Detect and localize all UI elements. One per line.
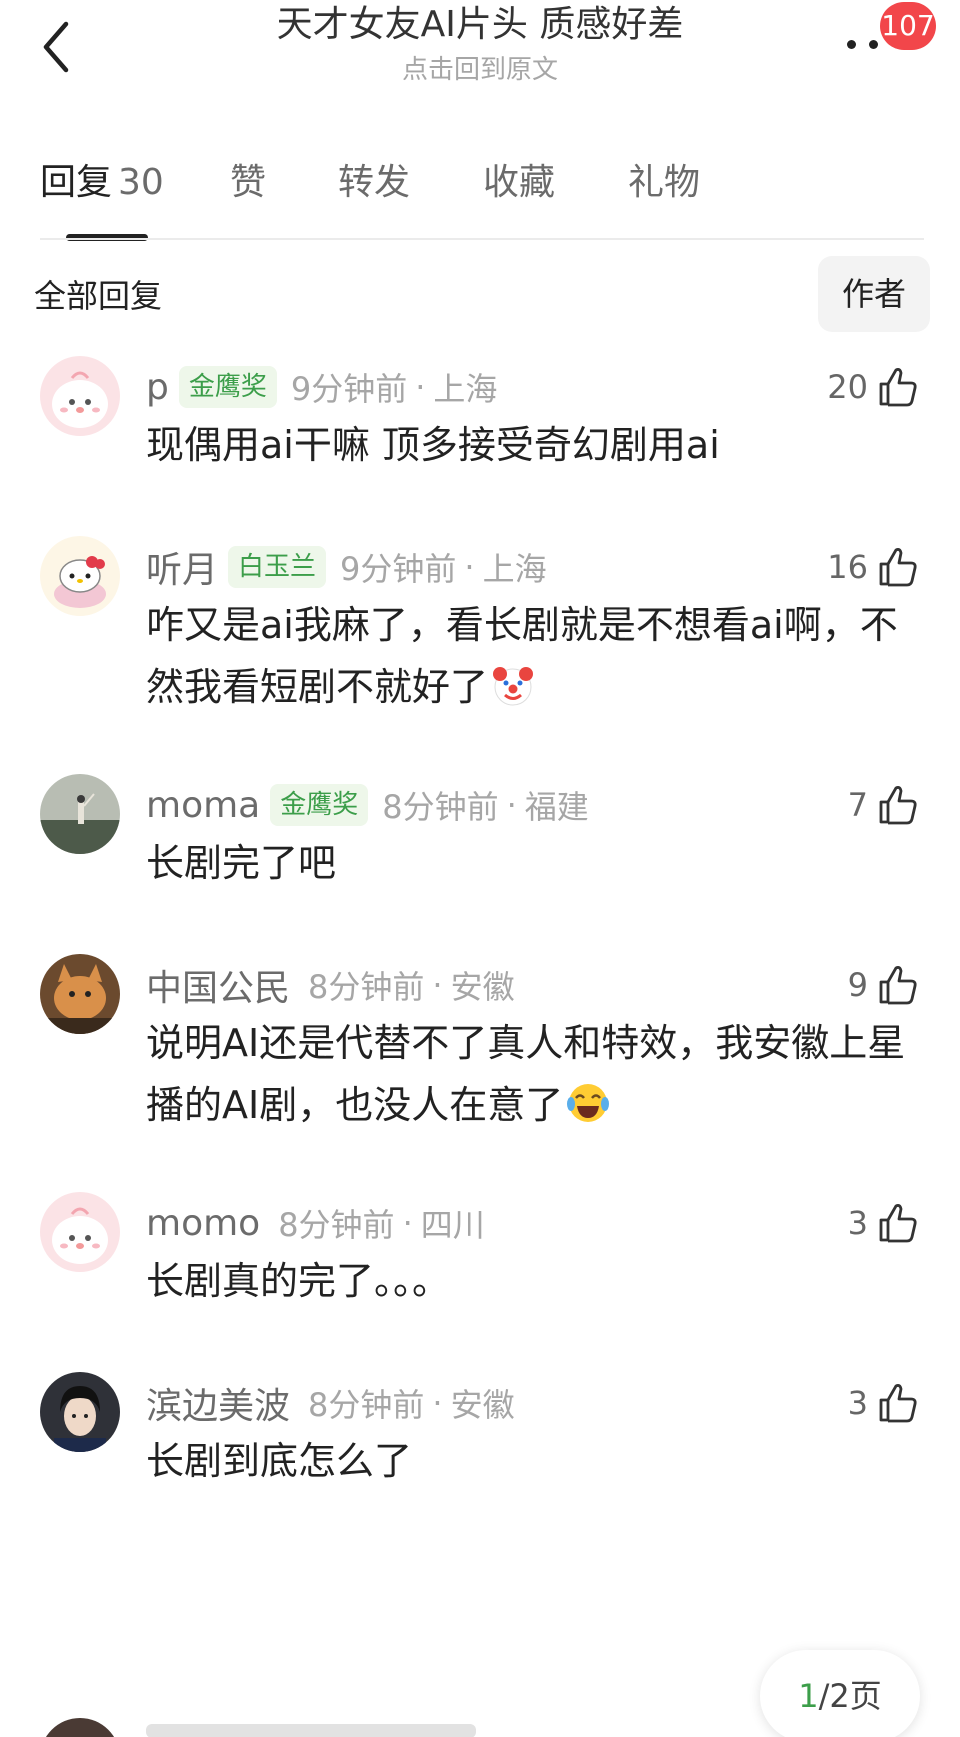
location: 上海	[433, 370, 498, 408]
award-badge: 金鹰奖	[270, 784, 369, 826]
current-page: 1	[798, 1677, 819, 1715]
comment-meta: 听月 白玉兰 9分钟前 · 上海	[146, 542, 547, 592]
location: 安徽	[450, 968, 515, 1006]
girl-portrait-photo	[40, 1372, 120, 1452]
separator: ·	[432, 1384, 443, 1422]
top-bar: 天才女友AI片头 质感好差 点击回到原文 107	[0, 0, 960, 110]
thumbs-up-icon	[879, 1204, 917, 1243]
chevron-left-icon	[43, 21, 69, 73]
username[interactable]: 中国公民	[146, 959, 290, 1011]
total-pages: /2页	[818, 1677, 882, 1715]
reply-count: 30	[118, 162, 164, 203]
hello-kitty-icon	[40, 536, 120, 616]
username[interactable]: moma	[146, 785, 260, 826]
comment-text-content: 说明AI还是代替不了真人和特效，我安徽上星播的AI剧，也没人在意了	[146, 1021, 906, 1127]
location: 安徽	[450, 1386, 515, 1424]
location: 四川	[420, 1206, 485, 1244]
person-landscape-photo	[40, 774, 120, 854]
comment-meta: p 金鹰奖 9分钟前 · 上海	[146, 362, 497, 412]
more-dot-icon	[869, 40, 878, 49]
timestamp: 8分钟前	[278, 1206, 395, 1244]
more-dot-icon	[847, 40, 856, 49]
like-button[interactable]: 16	[827, 542, 920, 592]
username[interactable]: 滨边美波	[146, 1377, 290, 1429]
tab-divider	[40, 238, 924, 240]
tab-label: 回复	[40, 162, 113, 203]
username[interactable]: momo	[146, 1203, 260, 1244]
separator: ·	[464, 548, 475, 586]
avatar[interactable]	[40, 536, 120, 616]
notification-badge[interactable]: 107	[880, 2, 936, 50]
avatar[interactable]	[40, 356, 120, 436]
location: 福建	[524, 788, 589, 826]
comment-meta: 滨边美波 8分钟前 · 安徽	[146, 1378, 515, 1428]
like-button[interactable]: 7	[848, 780, 920, 830]
like-count: 16	[827, 548, 868, 586]
separator: ·	[506, 786, 517, 824]
author-filter-button[interactable]: 作者	[818, 256, 930, 332]
tab-reposts[interactable]: 转发	[338, 150, 410, 216]
username[interactable]: p	[146, 367, 169, 408]
location: 上海	[482, 550, 547, 588]
avatar[interactable]	[40, 1372, 120, 1452]
thumbs-up-icon	[879, 1384, 917, 1423]
award-badge: 金鹰奖	[178, 366, 277, 408]
clown-face-emoji	[493, 667, 534, 706]
timestamp: 8分钟前	[308, 1386, 425, 1424]
tab-likes[interactable]: 赞	[230, 150, 266, 216]
username[interactable]: 听月	[146, 541, 218, 593]
tab-favorites[interactable]: 收藏	[483, 150, 555, 216]
back-to-post-link[interactable]: 点击回到原文	[150, 52, 810, 88]
award-badge: 白玉兰	[228, 546, 327, 588]
like-button[interactable]: 3	[848, 1378, 920, 1428]
like-count: 3	[847, 1384, 868, 1422]
avatar[interactable]	[40, 774, 120, 854]
thumbs-up-icon	[879, 786, 917, 825]
cat-photo	[40, 954, 120, 1034]
timestamp: 9分钟前	[340, 550, 457, 588]
avatar[interactable]	[40, 954, 120, 1034]
separator: ·	[415, 368, 426, 406]
pink-chick-icon	[40, 356, 120, 436]
more-options-button[interactable]	[845, 32, 885, 56]
page-indicator-button[interactable]: 1/2页	[760, 1650, 920, 1737]
comment-meta: 中国公民 8分钟前 · 安徽	[146, 960, 515, 1010]
like-count: 3	[847, 1204, 868, 1242]
thumbs-up-icon	[879, 548, 917, 587]
thumbs-up-icon	[879, 966, 917, 1005]
comment-text: 说明AI还是代替不了真人和特效，我安徽上星播的AI剧，也没人在意了	[146, 1012, 916, 1136]
comment-text: 咋又是ai我麻了，看长剧就是不想看ai啊，不然我看短剧不就好了	[146, 594, 916, 718]
avatar[interactable]	[40, 1718, 120, 1737]
tab-replies[interactable]: 回复 30	[40, 150, 164, 216]
thumbs-up-icon	[879, 368, 917, 407]
tab-gifts[interactable]: 礼物	[628, 150, 700, 216]
pink-chick-icon	[40, 1192, 120, 1272]
separator: ·	[402, 1204, 413, 1242]
like-count: 20	[827, 368, 868, 406]
page-title: 天才女友AI片头 质感好差	[276, 4, 684, 45]
all-replies-filter[interactable]: 全部回复	[34, 274, 162, 318]
tears-of-joy-emoji	[567, 1084, 610, 1122]
like-count: 7	[847, 786, 868, 824]
comment-text: 长剧真的完了。。。	[146, 1259, 451, 1303]
comment-text: 长剧完了吧	[146, 841, 337, 885]
comment-meta: moma 金鹰奖 8分钟前 · 福建	[146, 780, 589, 830]
comment-meta: momo 8分钟前 · 四川	[146, 1198, 485, 1248]
like-button[interactable]: 20	[827, 362, 920, 412]
timestamp: 8分钟前	[308, 968, 425, 1006]
next-comment-peek	[146, 1724, 476, 1737]
timestamp: 9分钟前	[290, 370, 408, 408]
title-area[interactable]: 天才女友AI片头 质感好差 点击回到原文	[150, 0, 810, 88]
like-button[interactable]: 9	[848, 960, 920, 1010]
like-button[interactable]: 3	[848, 1198, 920, 1248]
separator: ·	[432, 966, 443, 1004]
like-count: 9	[847, 966, 868, 1004]
comment-text: 长剧到底怎么了	[146, 1439, 413, 1483]
back-button[interactable]	[36, 14, 80, 74]
timestamp: 8分钟前	[382, 788, 499, 826]
avatar[interactable]	[40, 1192, 120, 1272]
comment-text: 现偶用ai干嘛 顶多接受奇幻剧用ai	[146, 423, 720, 467]
tab-bar: 回复 30 赞 转发 收藏 礼物	[0, 150, 960, 240]
